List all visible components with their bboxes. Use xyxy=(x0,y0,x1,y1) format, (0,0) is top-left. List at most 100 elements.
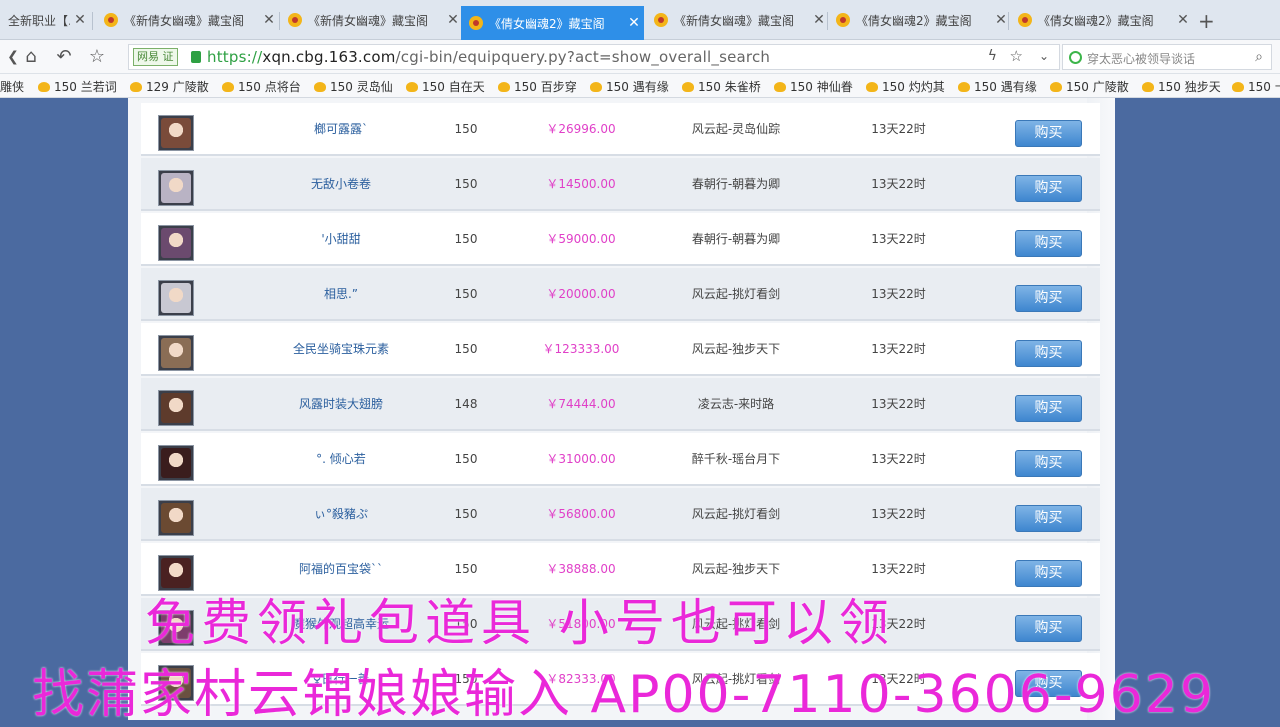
character-avatar[interactable] xyxy=(158,115,194,151)
bookmark-item[interactable]: 150 百步穿 xyxy=(498,78,577,95)
undo-icon[interactable]: ↶ xyxy=(53,46,75,68)
character-avatar[interactable] xyxy=(158,445,194,481)
bookmark-item[interactable]: 150 广陵散 xyxy=(1050,78,1129,95)
character-name[interactable]: 相思.” xyxy=(221,268,461,321)
url-protocol: https:// xyxy=(207,48,263,66)
character-avatar[interactable] xyxy=(158,280,194,316)
table-row: ぃ°殺豬ぷ 150 ￥56800.00 风云起-挑灯看剑 13天22时 购买 xyxy=(141,488,1100,541)
chevron-down-icon[interactable]: ⌄ xyxy=(1039,49,1049,63)
bookmark-item[interactable]: 150 十 xyxy=(1232,78,1280,95)
star-icon[interactable]: ☆ xyxy=(1010,47,1023,65)
bookmark-item[interactable]: 150 遇有缘 xyxy=(590,78,669,95)
promo-overlay-line1: 免费领礼包道具 小号也可以领 xyxy=(145,594,895,652)
new-tab-button[interactable]: + xyxy=(1198,9,1215,33)
character-name[interactable]: 榔可露露` xyxy=(221,103,461,156)
character-avatar[interactable] xyxy=(158,390,194,426)
bookmark-item[interactable]: 150 自在天 xyxy=(406,78,485,95)
close-icon[interactable]: ✕ xyxy=(70,12,90,28)
bookmark-item[interactable]: 150 独步天 xyxy=(1142,78,1221,95)
price: ￥74444.00 xyxy=(546,397,616,411)
bookmark-label: 150 自在天 xyxy=(422,80,485,94)
bookmark-label: 150 广陵散 xyxy=(1066,80,1129,94)
bookmark-item[interactable]: 150 朱雀桥 xyxy=(682,78,761,95)
character-name[interactable]: °. 倾心若 xyxy=(221,433,461,486)
bookmark-item[interactable]: 150 遇有缘 xyxy=(958,78,1037,95)
bookmarks-bar: 雕侠 150 兰若词 129 广陵散 150 点将台 150 灵岛仙 150 自… xyxy=(0,74,1280,98)
tab-4[interactable]: 《新倩女幽魂》藏宝阁 ✕ xyxy=(646,6,829,34)
bookmark-item[interactable]: 150 点将台 xyxy=(222,78,301,95)
time-remaining: 13天22时 xyxy=(871,342,926,356)
tab-label: 《倩女幽魂2》藏宝阁 xyxy=(856,13,972,28)
buy-button[interactable]: 购买 xyxy=(1015,505,1082,532)
bookmark-item[interactable]: 150 兰若词 xyxy=(38,78,117,95)
tab-bar: 全新职业【… ✕ 《新倩女幽魂》藏宝阁 ✕ 《新倩女幽魂》藏宝阁 ✕ 《倩女幽魂… xyxy=(0,0,1280,40)
bookmark-item[interactable]: 129 广陵散 xyxy=(130,78,209,95)
character-avatar[interactable] xyxy=(158,170,194,206)
character-level: 150 xyxy=(454,122,478,136)
tab-6[interactable]: 《倩女幽魂2》藏宝阁 ✕ xyxy=(1010,6,1193,34)
buy-button[interactable]: 购买 xyxy=(1015,230,1082,257)
bookmark-item[interactable]: 150 神仙眷 xyxy=(774,78,853,95)
character-name[interactable]: ぃ°殺豬ぷ xyxy=(221,488,461,541)
favicon-icon xyxy=(1018,13,1032,27)
buy-button[interactable]: 购买 xyxy=(1015,175,1082,202)
character-name[interactable]: '小甜甜 xyxy=(221,213,461,266)
home-icon[interactable]: ⌂ xyxy=(20,46,42,68)
close-icon[interactable]: ✕ xyxy=(1173,12,1193,28)
tab-label: 《新倩女幽魂》藏宝阁 xyxy=(308,13,429,28)
character-avatar[interactable] xyxy=(158,500,194,536)
search-engine-icon xyxy=(1069,51,1082,64)
server: 凌云志-来时路 xyxy=(697,397,775,411)
url-host: xqn.cbg.163.com xyxy=(262,48,396,66)
close-icon[interactable]: ✕ xyxy=(809,12,829,28)
server: 风云起-独步天下 xyxy=(691,342,781,356)
url-input[interactable]: 网易 证 https://xqn.cbg.163.com/cgi-bin/equ… xyxy=(128,44,1060,70)
search-input[interactable]: 穿太恶心被领导谈话 ⌕ xyxy=(1062,44,1272,70)
character-level: 148 xyxy=(454,397,478,411)
bookmark-icon xyxy=(1142,81,1154,92)
tab-3-active[interactable]: 《倩女幽魂2》藏宝阁 ✕ xyxy=(461,6,644,40)
bookmark-item[interactable]: 雕侠 xyxy=(0,78,24,95)
bookmark-item[interactable]: 150 灼灼其 xyxy=(866,78,945,95)
bookmark-icon xyxy=(866,81,878,92)
bookmark-icon xyxy=(590,81,602,92)
character-name[interactable]: 全民坐骑宝珠元素 xyxy=(221,323,461,376)
server: 风云起-挑灯看剑 xyxy=(691,507,781,521)
character-avatar[interactable] xyxy=(158,225,194,261)
character-name[interactable]: 风露时装大翅膀 xyxy=(221,378,461,431)
tab-5[interactable]: 《倩女幽魂2》藏宝阁 ✕ xyxy=(828,6,1011,34)
time-remaining: 13天22时 xyxy=(871,452,926,466)
bookmark-item[interactable]: 150 灵岛仙 xyxy=(314,78,393,95)
bookmark-label: 129 广陵散 xyxy=(146,80,209,94)
lightning-icon[interactable]: ϟ xyxy=(988,48,997,64)
tab-label: 《倩女幽魂2》藏宝阁 xyxy=(1038,13,1154,28)
tab-2[interactable]: 《新倩女幽魂》藏宝阁 ✕ xyxy=(280,6,463,34)
bookmark-label: 150 灵岛仙 xyxy=(330,80,393,94)
star-icon[interactable]: ☆ xyxy=(86,46,108,68)
search-icon[interactable]: ⌕ xyxy=(1255,49,1263,65)
bookmark-icon xyxy=(498,81,510,92)
close-icon[interactable]: ✕ xyxy=(624,15,644,31)
server: 春朝行-朝暮为卿 xyxy=(691,232,781,246)
favicon-icon xyxy=(288,13,302,27)
tab-label: 《新倩女幽魂》藏宝阁 xyxy=(674,13,795,28)
tab-1[interactable]: 《新倩女幽魂》藏宝阁 ✕ xyxy=(96,6,279,34)
buy-button[interactable]: 购买 xyxy=(1015,340,1082,367)
price: ￥26996.00 xyxy=(546,122,616,136)
security-badge: 网易 证 xyxy=(133,48,178,66)
buy-button[interactable]: 购买 xyxy=(1015,395,1082,422)
close-icon[interactable]: ✕ xyxy=(259,12,279,28)
buy-button[interactable]: 购买 xyxy=(1015,560,1082,587)
buy-button[interactable]: 购买 xyxy=(1015,120,1082,147)
buy-button[interactable]: 购买 xyxy=(1015,615,1082,642)
character-level: 150 xyxy=(454,507,478,521)
buy-button[interactable]: 购买 xyxy=(1015,285,1082,312)
tab-0[interactable]: 全新职业【… ✕ xyxy=(0,6,90,34)
bookmark-label: 雕侠 xyxy=(0,80,25,94)
character-avatar[interactable] xyxy=(158,335,194,371)
buy-button[interactable]: 购买 xyxy=(1015,450,1082,477)
favicon-icon xyxy=(104,13,118,27)
character-name[interactable]: 无敌小卷卷 xyxy=(221,158,461,211)
price: ￥31000.00 xyxy=(546,452,616,466)
close-icon[interactable]: ✕ xyxy=(443,12,463,28)
